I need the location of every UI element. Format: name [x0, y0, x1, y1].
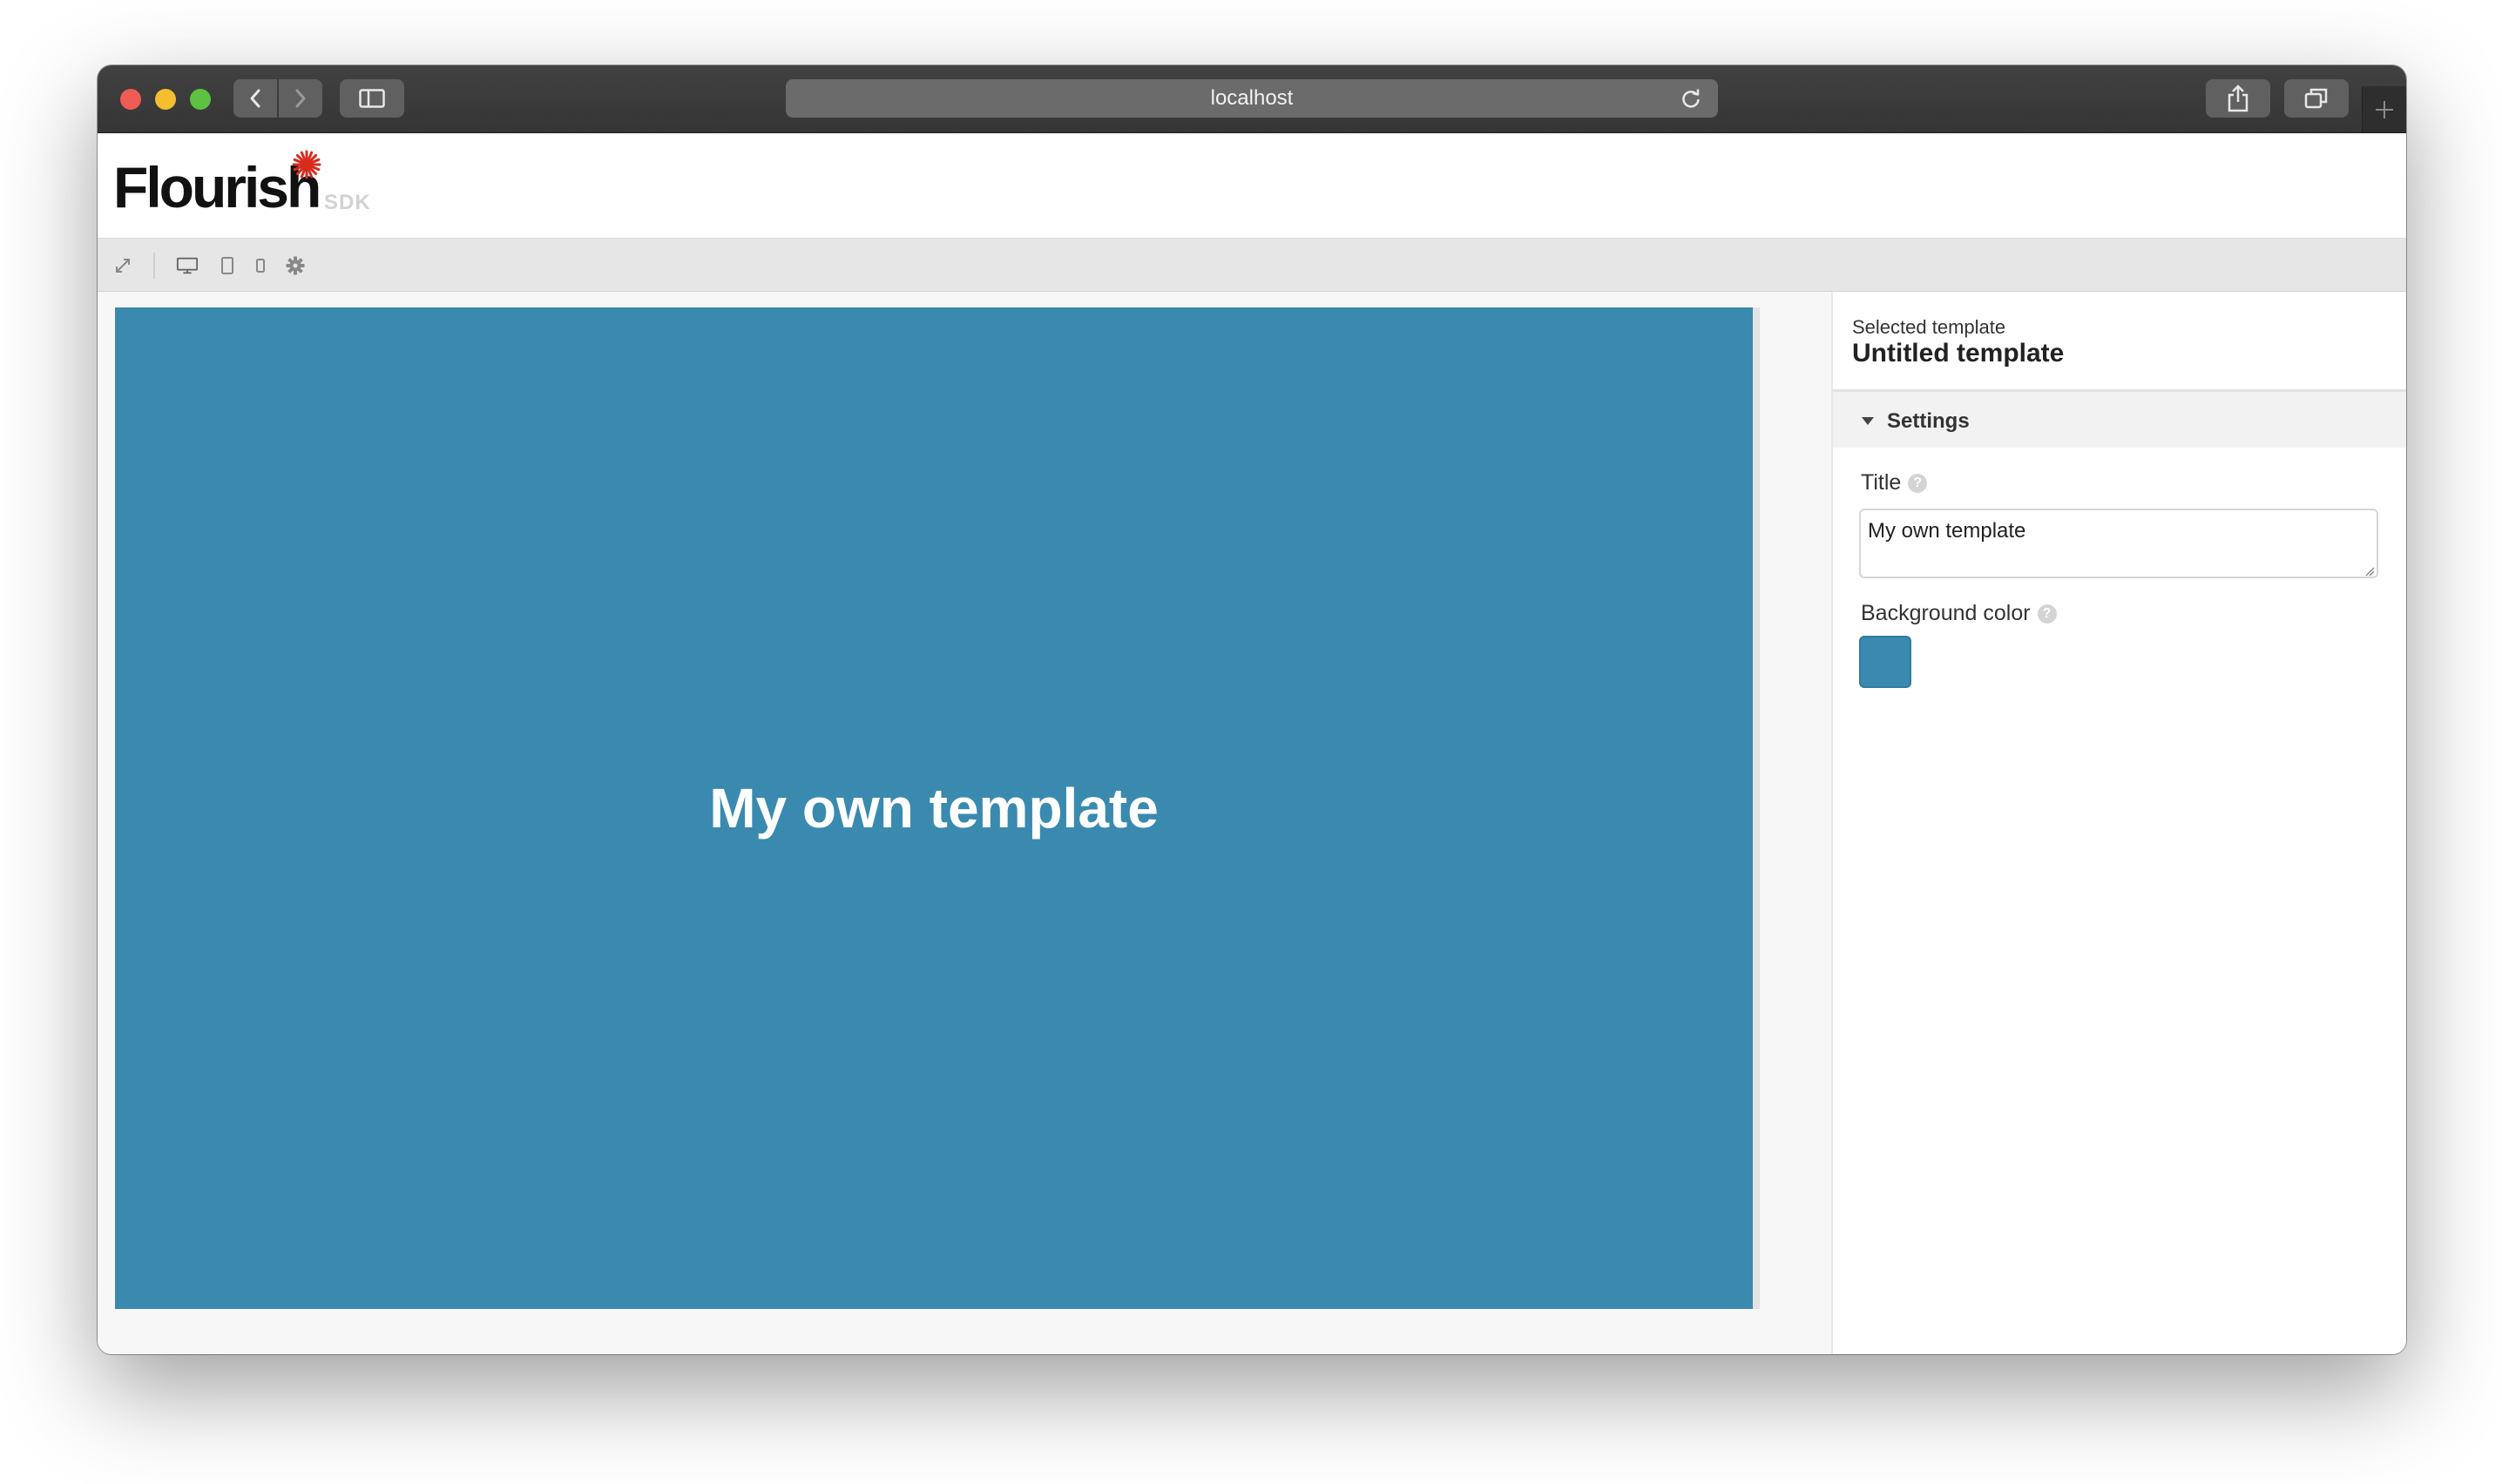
mobile-icon [256, 259, 265, 273]
forward-button[interactable] [279, 79, 322, 118]
plus-icon [2376, 100, 2393, 118]
caret-down-icon [1862, 417, 1874, 425]
tabs-overview-button[interactable] [2284, 79, 2349, 118]
back-button[interactable] [233, 79, 277, 118]
help-icon[interactable]: ? [1908, 473, 1928, 493]
settings-gear-button[interactable] [284, 254, 307, 277]
toolbar-divider [153, 253, 155, 279]
selected-template-label: Selected template [1852, 316, 2006, 338]
canvas-resize-edge[interactable] [1753, 307, 1760, 1309]
preview-canvas[interactable]: My own template [115, 307, 1753, 1309]
app-header: Flourish SDK [98, 133, 2406, 239]
preview-toolbar [98, 239, 2406, 292]
settings-section-title: Settings [1887, 409, 1970, 433]
bg-color-label-text: Background color [1861, 601, 2031, 625]
preview-stage: My own template [98, 292, 1833, 1354]
address-bar[interactable]: localhost [786, 79, 1718, 118]
share-button[interactable] [2206, 79, 2270, 118]
chevron-right-icon [295, 89, 306, 108]
sidebar-icon [359, 89, 385, 108]
tabs-overview-icon [2304, 88, 2328, 109]
reload-button[interactable] [1680, 87, 1702, 116]
sidebar-toggle-button[interactable] [340, 79, 404, 118]
desktop-icon [176, 257, 199, 274]
minimize-window-button[interactable] [155, 89, 176, 110]
preview-title: My own template [709, 777, 1159, 840]
desktop-view-button[interactable] [176, 254, 199, 277]
settings-body: Title ? My own template Background color… [1833, 448, 2406, 1354]
logo-star-icon [292, 150, 321, 179]
background-color-swatch[interactable] [1859, 636, 1911, 688]
selected-template-name: Untitled template [1852, 339, 2065, 368]
resize-grip-icon[interactable] [2364, 566, 2375, 577]
logo[interactable]: Flourish [113, 154, 321, 220]
browser-toolbar: localhost [98, 65, 2406, 133]
share-icon [2228, 84, 2248, 112]
logo-sdk-label: SDK [324, 191, 371, 214]
nav-buttons [233, 79, 322, 118]
tablet-view-button[interactable] [216, 254, 239, 277]
expand-button[interactable] [112, 254, 134, 277]
browser-window: localhost Flourish SDK My own template S… [98, 65, 2406, 1354]
settings-panel: Selected template Untitled template Sett… [1833, 292, 2406, 1354]
title-input[interactable]: My own template [1859, 509, 2378, 578]
expand-icon [116, 259, 130, 273]
address-text: localhost [1210, 86, 1294, 110]
title-field-label: Title ? [1861, 470, 1928, 496]
settings-section-toggle[interactable]: Settings [1833, 392, 2406, 448]
chevron-left-icon [250, 89, 260, 108]
title-label-text: Title [1861, 470, 1902, 495]
tablet-icon [221, 257, 233, 274]
mobile-view-button[interactable] [249, 254, 272, 277]
new-tab-button[interactable] [2362, 86, 2406, 132]
selected-template-header: Selected template Untitled template [1833, 292, 2406, 392]
gear-icon [286, 256, 305, 275]
bg-color-field-label: Background color ? [1861, 601, 2057, 626]
page-content: Flourish SDK My own template Selected te… [98, 133, 2406, 1354]
help-icon[interactable]: ? [2037, 604, 2057, 624]
close-window-button[interactable] [120, 89, 141, 110]
zoom-window-button[interactable] [190, 89, 211, 110]
reload-icon [1682, 89, 1700, 108]
